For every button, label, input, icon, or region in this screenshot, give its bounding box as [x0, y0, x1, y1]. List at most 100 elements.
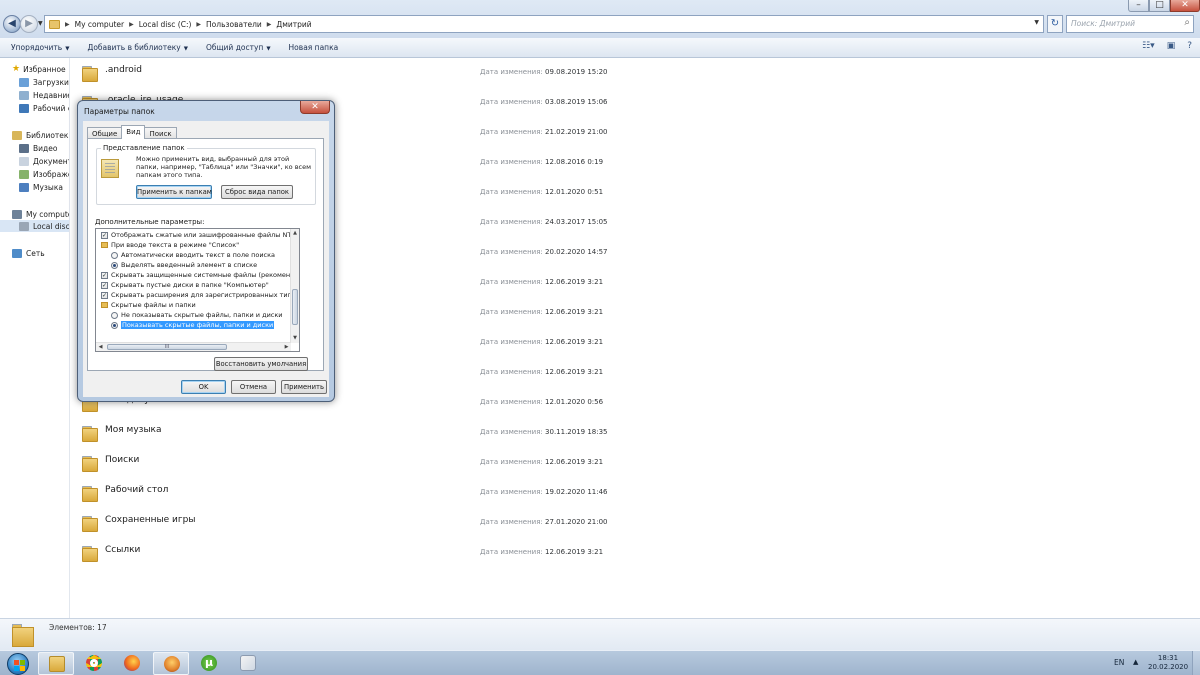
- nav-music[interactable]: Музыка: [19, 181, 63, 193]
- nav-network[interactable]: Сеть: [12, 247, 45, 259]
- dialog-close-button[interactable]: ✕: [300, 101, 330, 114]
- setting-row[interactable]: ✓ Отображать сжатые или зашифрованные фай…: [101, 230, 299, 240]
- date-label: Дата изменения:: [480, 488, 543, 496]
- scroll-down-arrow[interactable]: ▼: [291, 334, 299, 343]
- checkbox[interactable]: ✓: [101, 271, 108, 279]
- add-to-library-menu[interactable]: Добавить в библиотеку ▼: [87, 43, 188, 52]
- checkbox[interactable]: ✓: [101, 231, 108, 239]
- setting-row[interactable]: ✓ Скрывать защищенные системные файлы (ре…: [101, 270, 299, 280]
- nav-documents[interactable]: Документы: [19, 155, 69, 167]
- radio-button[interactable]: [111, 321, 118, 329]
- paint-icon: [240, 655, 256, 671]
- network-icon: [12, 248, 22, 258]
- new-folder-button[interactable]: Новая папка: [289, 43, 339, 52]
- nav-images[interactable]: Изображения: [19, 168, 69, 180]
- apply-to-folders-button[interactable]: Применить к папкам: [136, 185, 212, 199]
- help-icon[interactable]: ?: [1187, 41, 1192, 51]
- ok-button[interactable]: OK: [181, 380, 226, 394]
- date-value: 24.03.2017 15:05: [545, 218, 608, 226]
- nav-downloads[interactable]: Загрузки: [19, 76, 69, 88]
- search-icon[interactable]: ⌕: [1184, 17, 1190, 28]
- organize-menu[interactable]: Упорядочить ▼: [11, 43, 69, 52]
- file-row[interactable]: Моя музыка Дата изменения: 30.11.2019 18:…: [72, 418, 1200, 448]
- close-button[interactable]: ✕: [1170, 0, 1200, 12]
- file-date: Дата изменения: 09.08.2019 15:20: [480, 68, 608, 76]
- chevron-right-icon: ▶: [196, 20, 202, 28]
- scroll-thumb-horizontal[interactable]: III: [107, 344, 227, 350]
- show-desktop-button[interactable]: [1192, 651, 1200, 675]
- radio-button[interactable]: [111, 251, 118, 259]
- cancel-button[interactable]: Отмена: [231, 380, 276, 394]
- nav-video[interactable]: Видео: [19, 142, 57, 154]
- setting-row[interactable]: Выделять введенный элемент в списке: [111, 260, 257, 270]
- share-menu[interactable]: Общий доступ ▼: [206, 43, 271, 52]
- file-row[interactable]: .android Дата изменения: 09.08.2019 15:20: [72, 58, 1200, 88]
- language-indicator[interactable]: EN: [1114, 658, 1124, 667]
- minimize-button[interactable]: –: [1128, 0, 1149, 12]
- horizontal-scrollbar[interactable]: ◀ III ▶: [96, 342, 291, 351]
- radio-button[interactable]: [111, 311, 118, 319]
- restore-defaults-button[interactable]: Восстановить умолчания: [214, 357, 308, 371]
- reset-folders-button[interactable]: Сброс вида папок: [221, 185, 293, 199]
- advanced-settings-list[interactable]: Показывать скрытые файлы, папки и диски Н…: [95, 228, 300, 352]
- nav-local-disc[interactable]: Local disc (C:): [0, 220, 69, 232]
- folder-icon: [82, 485, 98, 502]
- recent-pages-dropdown[interactable]: ▼: [38, 20, 43, 27]
- setting-row[interactable]: Не показывать скрытые файлы, папки и дис…: [111, 310, 283, 320]
- setting-row[interactable]: ✓ Скрывать пустые диски в папке "Компьюте…: [101, 280, 269, 290]
- nav-desktop[interactable]: Рабочий стол: [19, 102, 69, 114]
- chevron-down-icon[interactable]: ▼: [1034, 19, 1039, 26]
- scroll-left-arrow[interactable]: ◀: [96, 343, 105, 351]
- vertical-scrollbar[interactable]: ▲ ▼: [290, 229, 299, 343]
- breadcrumb-computer[interactable]: My computer: [75, 20, 124, 29]
- scroll-thumb[interactable]: [292, 289, 298, 325]
- tab-view[interactable]: Вид: [121, 125, 146, 139]
- taskbar-chrome[interactable]: [76, 652, 112, 675]
- forward-button[interactable]: ▶: [20, 15, 38, 33]
- scroll-up-arrow[interactable]: ▲: [291, 229, 299, 238]
- breadcrumb-disc[interactable]: Local disc (C:): [139, 20, 192, 29]
- video-icon: [19, 143, 29, 153]
- setting-row[interactable]: Автоматически вводить текст в поле поиск…: [111, 250, 275, 260]
- search-input[interactable]: Поиск: Дмитрий ⌕: [1066, 15, 1194, 33]
- tray-expand-icon[interactable]: ▲: [1133, 658, 1138, 666]
- advanced-settings-label: Дополнительные параметры:: [95, 218, 205, 226]
- nav-computer[interactable]: My computer: [12, 208, 69, 220]
- clock-time: 18:31: [1157, 654, 1179, 662]
- apply-button[interactable]: Применить: [281, 380, 327, 394]
- breadcrumb[interactable]: ▶ My computer ▶ Local disc (C:) ▶ Пользо…: [44, 15, 1044, 33]
- back-button[interactable]: ◀: [3, 15, 21, 33]
- checkbox[interactable]: ✓: [101, 291, 108, 299]
- setting-row[interactable]: При вводе текста в режиме "Список": [101, 240, 239, 250]
- setting-row[interactable]: Скрытые файлы и папки: [101, 300, 196, 310]
- setting-row[interactable]: Показывать скрытые файлы, папки и диски: [111, 320, 275, 330]
- view-options-icon[interactable]: ☷▾: [1142, 41, 1155, 51]
- nav-favorites[interactable]: ★ Избранное: [12, 63, 66, 75]
- nav-libraries[interactable]: Библиотеки: [12, 129, 69, 141]
- clock[interactable]: 18:31 20.02.2020: [1148, 654, 1188, 672]
- setting-row[interactable]: ✓ Скрывать расширения для зарегистрирован…: [101, 290, 299, 300]
- maximize-button[interactable]: □: [1149, 0, 1170, 12]
- taskbar-app-orange[interactable]: [153, 652, 189, 675]
- taskbar-explorer[interactable]: [38, 652, 74, 675]
- taskbar-firefox[interactable]: [114, 652, 150, 675]
- radio-button[interactable]: [111, 261, 118, 269]
- file-row[interactable]: Сохраненные игры Дата изменения: 27.01.20…: [72, 508, 1200, 538]
- refresh-button[interactable]: ↻: [1047, 15, 1063, 33]
- date-label: Дата изменения:: [480, 458, 543, 466]
- preview-pane-icon[interactable]: ▣: [1167, 41, 1176, 51]
- file-row[interactable]: Поиски Дата изменения: 12.06.2019 3:21: [72, 448, 1200, 478]
- taskbar-utorrent[interactable]: µ: [191, 652, 227, 675]
- file-row[interactable]: Ссылки Дата изменения: 12.06.2019 3:21: [72, 538, 1200, 568]
- taskbar-paint[interactable]: [230, 652, 266, 675]
- breadcrumb-users[interactable]: Пользователи: [206, 20, 262, 29]
- nav-recent[interactable]: Недавние места: [19, 89, 69, 101]
- windows-logo-icon: [7, 653, 29, 675]
- scroll-right-arrow[interactable]: ▶: [282, 343, 291, 351]
- file-name: .android: [105, 65, 143, 75]
- breadcrumb-user[interactable]: Дмитрий: [276, 20, 311, 29]
- checkbox[interactable]: ✓: [101, 281, 108, 289]
- folder-icon: [49, 19, 60, 29]
- file-row[interactable]: Рабочий стол Дата изменения: 19.02.2020 1…: [72, 478, 1200, 508]
- start-button[interactable]: [3, 652, 33, 675]
